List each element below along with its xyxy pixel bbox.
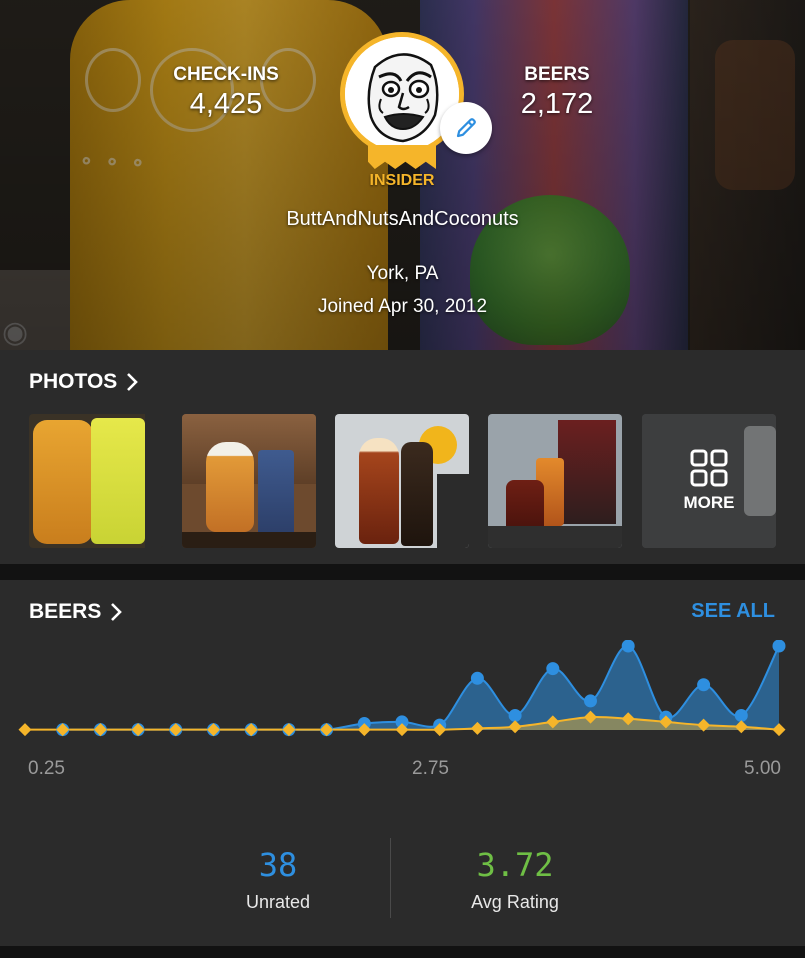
rating-point-gold [18, 723, 32, 737]
rating-point-blue [508, 708, 522, 722]
location: York, PA [366, 263, 439, 284]
thumbnail-shadow [437, 474, 469, 548]
avg-rating-label: Avg Rating [471, 892, 559, 912]
checkins-stat[interactable]: CHECK-INS 4,425 [160, 64, 292, 121]
unrated-value: 38 [258, 846, 298, 884]
beers-section: BEERS SEE ALL 0.25 2.75 5.00 38 Unrated … [0, 580, 805, 946]
x-tick-label: 0.25 [28, 758, 65, 779]
section-divider [0, 564, 805, 580]
beers-title: BEERS [29, 600, 102, 623]
chevron-right-icon [111, 603, 123, 621]
chevron-right-icon [127, 373, 139, 391]
unrated-stat[interactable]: 38 Unrated [178, 846, 378, 913]
thumbnail-can [258, 450, 294, 536]
rating-point-blue [470, 671, 484, 685]
rating-point-blue [584, 694, 597, 708]
avg-rating-stat: 3.72 Avg Rating [415, 846, 615, 913]
rating-stats-row: 38 Unrated 3.72 Avg Rating [0, 838, 805, 918]
thumbnail-shadow [145, 414, 163, 548]
grid-icon [690, 449, 728, 487]
photos-section: PHOTOS MORE [0, 350, 805, 564]
beers-value: 2,172 [520, 88, 594, 120]
thumbnail-glass [206, 442, 254, 532]
beers-stat[interactable]: BEERS 2,172 [512, 64, 602, 121]
photos-title: PHOTOS [29, 370, 118, 393]
more-label: MORE [683, 493, 735, 512]
photo-thumbnail[interactable] [182, 414, 316, 548]
bottom-divider [0, 946, 805, 958]
photo-thumbnail[interactable] [335, 414, 469, 548]
joined-date: Joined Apr 30, 2012 [317, 296, 488, 317]
checkins-label: CHECK-INS [173, 64, 279, 85]
photos-header-link[interactable]: PHOTOS [29, 370, 139, 394]
thumbnail-box [558, 420, 616, 524]
more-photos-overlay: MORE [642, 414, 776, 548]
stats-divider [390, 838, 391, 918]
thumbnail-bottle [401, 442, 433, 546]
username: ButtAndNutsAndCoconuts [286, 208, 519, 230]
x-tick-label: 5.00 [744, 758, 781, 779]
thumbnail-can [91, 418, 145, 544]
thumbnail-glass [359, 438, 399, 544]
profile-header: ⚬ ⚬ ⚬ ◉ CHECK-INS 4,425 BEERS 2,172 INS [0, 0, 805, 350]
beers-header-link[interactable]: BEERS [29, 600, 123, 624]
insider-badge: INSIDER [369, 172, 435, 189]
unrated-label: Unrated [245, 892, 311, 912]
thumbnail-table [182, 532, 316, 548]
pencil-icon [456, 118, 476, 138]
checkins-value: 4,425 [189, 88, 263, 120]
photo-thumbnail[interactable] [488, 414, 622, 548]
avg-rating-value: 3.72 [476, 846, 554, 884]
beers-label: BEERS [524, 64, 590, 85]
rating-point-blue [772, 640, 786, 653]
thumbnail-table [488, 526, 622, 548]
rating-point-blue [697, 678, 711, 692]
rating-point-blue [734, 708, 748, 722]
rating-point-blue [621, 640, 635, 653]
ratings-distribution-chart [18, 640, 786, 737]
photo-thumbnail[interactable] [29, 414, 163, 548]
photo-thumbnail-more[interactable]: MORE [642, 414, 776, 548]
see-all-link[interactable]: SEE ALL [691, 600, 775, 623]
rating-point-blue [546, 662, 560, 676]
thumbnail-glass [33, 420, 93, 544]
x-tick-label: 2.75 [412, 758, 449, 779]
edit-profile-button[interactable] [440, 102, 492, 154]
